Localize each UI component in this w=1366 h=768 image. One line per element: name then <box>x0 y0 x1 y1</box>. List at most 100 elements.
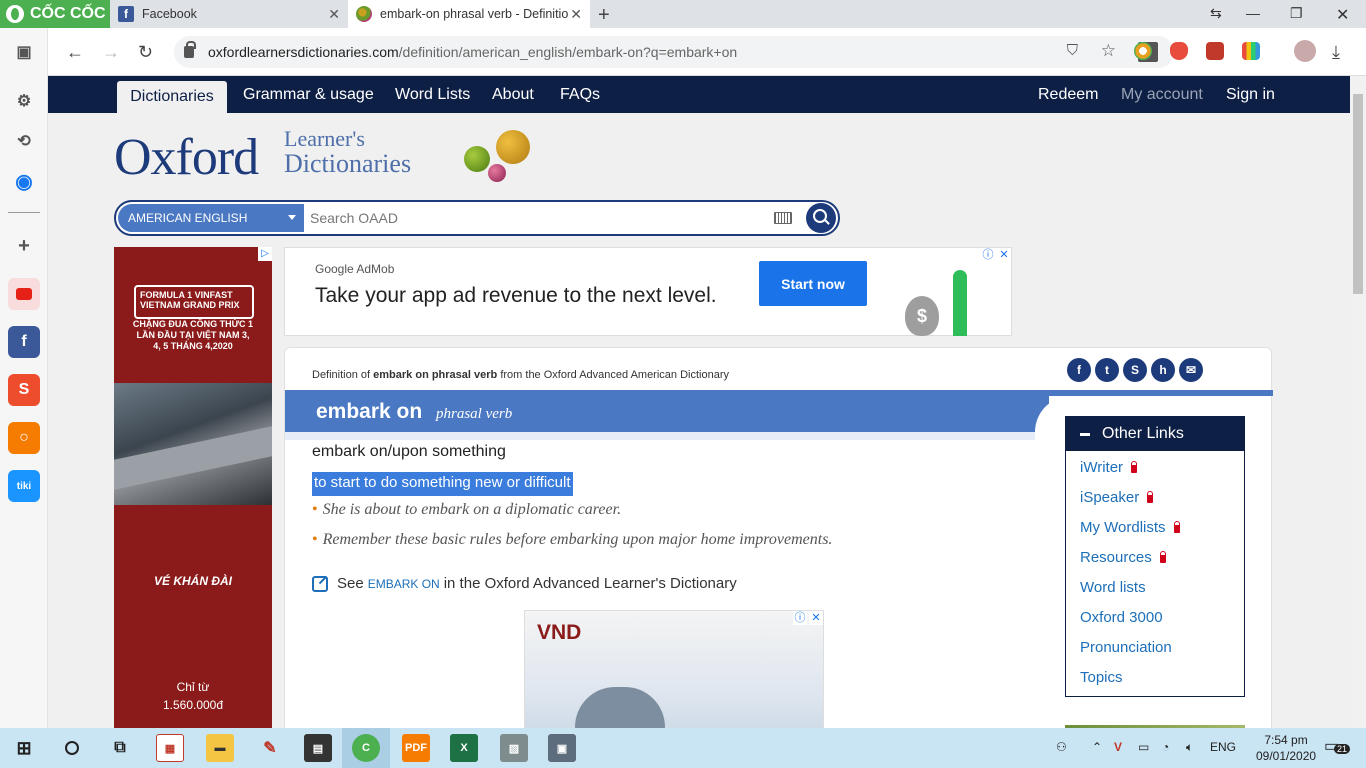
search-circle-icon[interactable] <box>58 734 86 762</box>
ad-brand-text: Google AdMob <box>315 262 395 276</box>
language-indicator[interactable]: ENG <box>1210 740 1236 754</box>
see-also-link[interactable]: EMBARK ON <box>368 577 440 591</box>
windows-start-icon[interactable]: ⊞ <box>10 734 38 762</box>
coccoc-taskbar-icon[interactable]: C <box>352 734 380 762</box>
nav-faqs[interactable]: FAQs <box>560 86 600 104</box>
tray-app-icon[interactable]: V <box>1114 740 1122 754</box>
volume-icon[interactable]: 🔈︎ <box>1186 740 1193 755</box>
nav-about[interactable]: About <box>492 86 534 104</box>
adchoices-info-icon[interactable]: ⓘ <box>981 248 995 262</box>
address-bar[interactable]: oxfordlearnersdictionaries.com/definitio… <box>174 36 1174 68</box>
tab-facebook[interactable]: f Facebook ✕ <box>110 0 348 28</box>
hi5-share-icon[interactable]: h <box>1151 358 1175 382</box>
bullet-icon: • <box>312 531 318 548</box>
shopee-icon[interactable]: S <box>8 374 40 406</box>
reload-icon[interactable]: ↻ <box>138 42 153 63</box>
dictionary-select[interactable]: AMERICAN ENGLISH <box>118 204 304 232</box>
nav-dictionaries[interactable]: Dictionaries <box>117 81 227 113</box>
notification-center-icon[interactable]: ▭ 21 <box>1324 736 1351 758</box>
profile-avatar[interactable] <box>1294 40 1316 62</box>
close-tab-icon[interactable]: ✕ <box>328 6 340 23</box>
tray-chevron-icon[interactable]: ⌃ <box>1092 740 1102 754</box>
ad-close-icon[interactable]: ✕ <box>997 248 1011 262</box>
extension-chrome-icon[interactable] <box>1134 42 1152 60</box>
other-link-ispeaker[interactable]: iSpeaker <box>1080 489 1154 506</box>
add-icon[interactable]: + <box>8 230 40 262</box>
site-logo-oxford[interactable]: Oxford <box>114 128 259 187</box>
other-link-word-lists[interactable]: Word lists <box>1080 579 1146 596</box>
task-view-icon[interactable]: ⧉ <box>106 734 134 762</box>
tab-search-icon[interactable]: ⇆ <box>1210 5 1222 22</box>
messenger-icon[interactable]: ◉ <box>8 165 40 197</box>
other-link-iwriter[interactable]: iWriter <box>1080 459 1138 476</box>
ad-banner-left[interactable]: ▷ FORMULA 1 VINFAST VIETNAM GRAND PRIX C… <box>114 247 272 728</box>
wifi-icon[interactable]: ◔ <box>1162 740 1169 754</box>
restore-icon[interactable]: ❐ <box>1290 5 1303 22</box>
ad-banner-bottom[interactable]: VND ⓘ ✕ <box>524 610 824 728</box>
forward-icon[interactable]: → <box>102 42 120 63</box>
bookmark-star-icon[interactable]: ☆ <box>1101 41 1116 61</box>
close-window-icon[interactable]: ✕ <box>1336 5 1349 25</box>
notepad-app-icon[interactable]: ▤ <box>304 734 332 762</box>
excel-icon[interactable]: X <box>450 734 478 762</box>
coccoc-logo[interactable]: CỐC CỐC <box>0 0 110 28</box>
extension-color-icon[interactable] <box>1242 42 1260 60</box>
close-tab-icon[interactable]: ✕ <box>570 6 582 23</box>
facebook-icon[interactable]: f <box>8 326 40 358</box>
other-links-header[interactable]: Other Links <box>1066 417 1244 451</box>
other-link-my-wordlists[interactable]: My Wordlists <box>1080 519 1180 536</box>
ad-banner-top[interactable]: Google AdMob Take your app ad revenue to… <box>284 247 1012 336</box>
clock[interactable]: 7:54 pm 09/01/2020 <box>1256 732 1316 764</box>
app-scanner-icon[interactable]: ▧ <box>500 734 528 762</box>
search-button[interactable] <box>806 203 836 233</box>
nav-grammar-usage[interactable]: Grammar & usage <box>243 86 374 104</box>
logo-learners: Learner's <box>284 126 365 151</box>
app-window-icon[interactable]: ▣ <box>548 734 576 762</box>
youtube-icon[interactable] <box>8 278 40 310</box>
battery-icon[interactable]: ▭ <box>1138 740 1149 754</box>
bullet-icon: • <box>312 501 318 518</box>
tiki-icon[interactable]: tiki <box>8 470 40 502</box>
site-logo-subtitle[interactable]: Learner's Dictionaries <box>284 128 411 178</box>
adchoices-info-icon[interactable]: ⓘ <box>793 611 807 625</box>
nav-sign-in[interactable]: Sign in <box>1226 86 1275 104</box>
search-app-icon[interactable]: ○ <box>8 422 40 454</box>
extension-shield-icon[interactable] <box>1170 42 1188 60</box>
link-label: Topics <box>1080 669 1123 686</box>
email-share-icon[interactable]: ✉ <box>1179 358 1203 382</box>
scrollbar-thumb[interactable] <box>1353 94 1363 294</box>
nav-my-account[interactable]: My account <box>1121 86 1203 104</box>
back-icon[interactable]: ← <box>66 42 84 63</box>
keyboard-icon[interactable] <box>774 212 792 224</box>
file-explorer-icon[interactable]: ▬ <box>206 734 234 762</box>
paint-app-icon[interactable]: ✎ <box>256 734 284 762</box>
facebook-share-icon[interactable]: f <box>1067 358 1091 382</box>
new-tab-icon[interactable]: + <box>598 4 610 27</box>
sidebar-toggle-icon[interactable]: ▣ <box>8 36 40 68</box>
page-scrollbar[interactable] <box>1350 76 1366 728</box>
app-tool-icon[interactable]: ▦ <box>156 734 184 762</box>
adchoices-icon[interactable]: ▷ <box>258 247 272 261</box>
foxit-pdf-icon[interactable]: PDF <box>402 734 430 762</box>
extension-red-icon[interactable] <box>1206 42 1224 60</box>
other-link-topics[interactable]: Topics <box>1080 669 1123 686</box>
shield-icon[interactable]: ⛉ <box>1067 42 1078 59</box>
ad-start-button[interactable]: Start now <box>759 261 867 306</box>
nav-redeem[interactable]: Redeem <box>1038 86 1098 104</box>
stumbleupon-share-icon[interactable]: S <box>1123 358 1147 382</box>
browser-sidebar: ▣ ⚙ ⟲ ◉ + f S ○ tiki <box>0 28 48 728</box>
ad-close-icon[interactable]: ✕ <box>809 611 823 625</box>
history-icon[interactable]: ⟲ <box>8 125 40 157</box>
other-link-pronunciation[interactable]: Pronunciation <box>1080 639 1172 656</box>
other-link-resources[interactable]: Resources <box>1080 549 1166 566</box>
twitter-share-icon[interactable]: t <box>1095 358 1119 382</box>
search-input[interactable] <box>310 208 750 228</box>
nav-word-lists[interactable]: Word Lists <box>395 86 470 104</box>
other-link-oxford-3000[interactable]: Oxford 3000 <box>1080 609 1163 626</box>
download-icon[interactable]: ⤓ <box>1332 42 1340 63</box>
minimize-icon[interactable]: — <box>1246 5 1260 21</box>
settings-gear-icon[interactable]: ⚙ <box>8 85 40 117</box>
external-link-icon[interactable] <box>312 575 328 592</box>
people-icon[interactable]: ⚇ <box>1056 740 1067 754</box>
tab-oxford[interactable]: embark-on phrasal verb - Definitio ✕ <box>348 0 590 28</box>
